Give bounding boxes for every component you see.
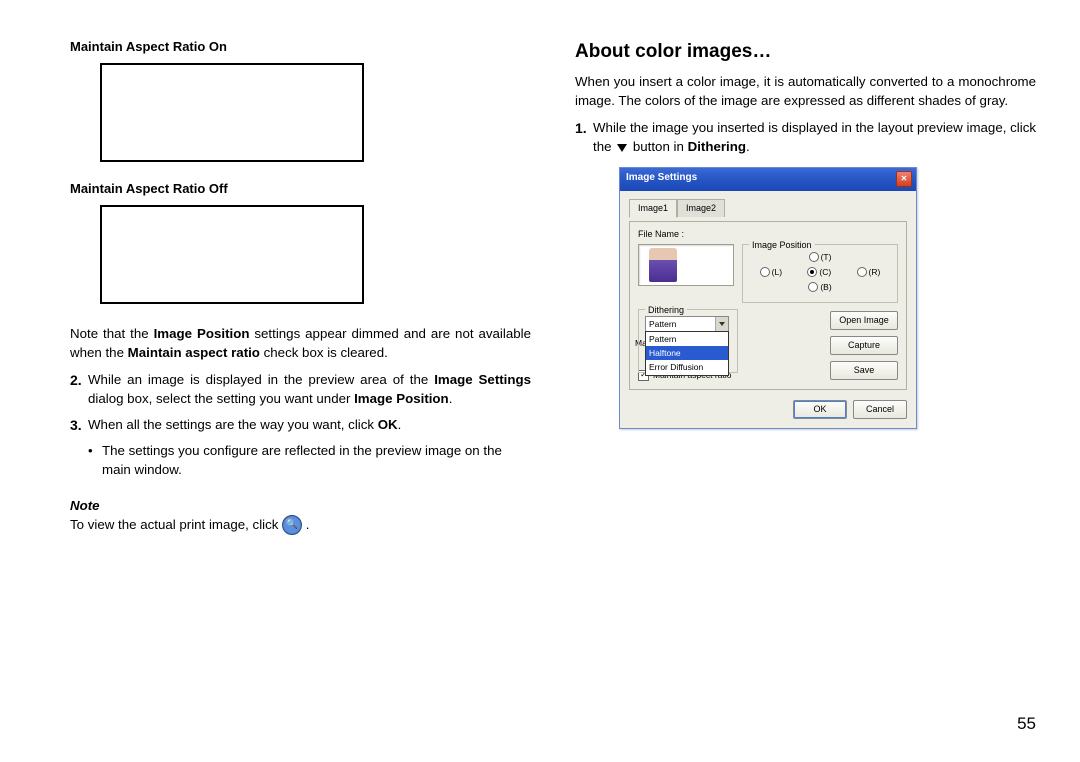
combo-opt-errordiffusion[interactable]: Error Diffusion	[646, 360, 728, 374]
radio-left[interactable]	[760, 267, 770, 277]
step-3-number: 3.	[70, 415, 88, 435]
note-heading: Note	[70, 496, 531, 515]
step-1-number: 1.	[575, 118, 593, 157]
image-settings-dialog: Image Settings ✕ Image1Image2 File Name …	[619, 167, 917, 430]
intro-paragraph: When you insert a color image, it is aut…	[575, 72, 1036, 111]
radio-center[interactable]	[807, 267, 817, 277]
dithering-combo[interactable]: Pattern Pattern Halftone Error Diffusion	[645, 316, 729, 332]
right-column: About color images… When you insert a co…	[575, 38, 1036, 742]
aspect-on-box	[100, 63, 364, 162]
triangle-down-icon	[617, 144, 627, 152]
step-2: 2. While an image is displayed in the pr…	[70, 370, 531, 409]
avatar-image	[649, 248, 677, 282]
section-title: About color images…	[575, 38, 1036, 66]
dialog-titlebar: Image Settings ✕	[620, 168, 916, 191]
save-button[interactable]: Save	[830, 361, 898, 380]
open-image-button[interactable]: Open Image	[830, 311, 898, 330]
cancel-button[interactable]: Cancel	[853, 400, 907, 419]
step-2-number: 2.	[70, 370, 88, 409]
aspect-off-heading: Maintain Aspect Ratio Off	[70, 180, 531, 199]
dialog-title: Image Settings	[626, 171, 697, 186]
image-position-term: Image Position	[154, 326, 250, 341]
radio-bottom[interactable]	[808, 282, 818, 292]
combo-opt-pattern[interactable]: Pattern	[646, 332, 728, 346]
step-1: 1. While the image you inserted is displ…	[575, 118, 1036, 157]
tab-image1[interactable]: Image1	[629, 199, 677, 218]
dithering-fieldset: Dithering Pattern Pattern Halftone Error…	[638, 309, 738, 373]
magnify-icon: 🔍	[282, 515, 302, 535]
tab-strip: Image1Image2	[629, 198, 907, 217]
note-line: To view the actual print image, click 🔍 …	[70, 515, 531, 535]
step-3-bullet: • The settings you configure are reflect…	[88, 441, 531, 480]
ok-button[interactable]: OK	[793, 400, 847, 419]
dithering-dropdown-list: Pattern Halftone Error Diffusion	[645, 331, 729, 376]
maintain-aspect-term: Maintain aspect ratio	[128, 345, 260, 360]
image-position-fieldset: Image Position (T) (L) (C) (R)	[742, 244, 898, 303]
chevron-down-icon[interactable]	[715, 317, 728, 331]
radio-right[interactable]	[857, 267, 867, 277]
close-icon[interactable]: ✕	[896, 171, 912, 187]
radio-top[interactable]	[809, 252, 819, 262]
capture-button[interactable]: Capture	[830, 336, 898, 355]
aspect-on-heading: Maintain Aspect Ratio On	[70, 38, 531, 57]
aspect-off-box	[100, 205, 364, 304]
image-preview	[638, 244, 734, 286]
note-paragraph: Note that the Image Position settings ap…	[70, 324, 531, 363]
page-number: 55	[1017, 714, 1036, 734]
step-3: 3. When all the settings are the way you…	[70, 415, 531, 435]
combo-opt-halftone[interactable]: Halftone	[646, 346, 728, 360]
left-column: Maintain Aspect Ratio On Maintain Aspect…	[70, 38, 531, 742]
tab-image2[interactable]: Image2	[677, 199, 725, 217]
